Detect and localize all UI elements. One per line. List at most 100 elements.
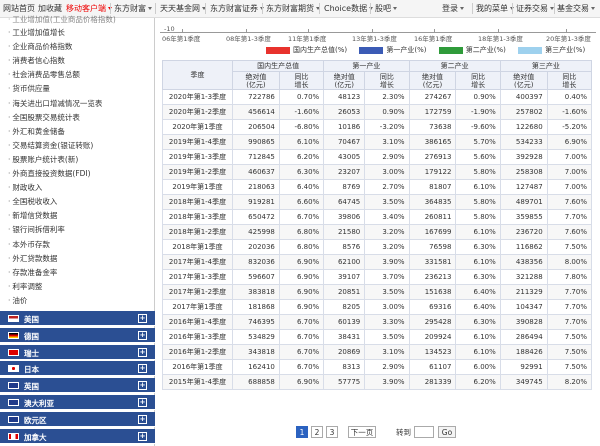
cell-yoy: 7.80%	[546, 269, 593, 285]
country-section-ca[interactable]: 加拿大 +	[0, 428, 155, 444]
cell-quarter: 2017年第1-4季度	[162, 254, 233, 270]
expand-plus-icon[interactable]: +	[138, 431, 147, 441]
cell-yoy: 6.90%	[278, 269, 325, 285]
sidebar-link[interactable]: · 货币供应量	[8, 83, 50, 94]
cell-yoy: 5.80%	[455, 194, 501, 210]
nav-fund[interactable]: 天天基金网	[160, 3, 206, 14]
page-1-button[interactable]: 1	[296, 426, 308, 438]
sidebar-link[interactable]: · 新增信贷数据	[8, 210, 57, 221]
sidebar-link[interactable]: · 本外币存款	[8, 239, 50, 250]
country-label: 澳大利亚	[24, 399, 54, 408]
cell-yoy: -1.60%	[278, 104, 325, 120]
cell-absolute: 400397	[499, 89, 548, 105]
sidebar-link[interactable]: · 交易结算资金(银证转账)	[8, 140, 93, 151]
cell-absolute: 650472	[232, 209, 280, 225]
chevron-down-icon	[148, 7, 152, 10]
sidebar-link[interactable]: · 利率调整	[8, 281, 42, 292]
cell-yoy: 3.50%	[364, 284, 410, 300]
sidebar-link[interactable]: · 海关进出口增减情况一览表	[8, 98, 102, 109]
sidebar-link[interactable]: · 银行间拆借利率	[8, 224, 65, 235]
cell-absolute: 127487	[499, 179, 548, 195]
sidebar-link[interactable]: · 外汇贷款数据	[8, 253, 57, 264]
cell-absolute: 489701	[499, 194, 548, 210]
goto-button[interactable]: Go	[438, 426, 456, 438]
next-page-button[interactable]: 下一页	[348, 426, 376, 438]
nav-my-menu[interactable]: 我的菜单	[476, 3, 514, 14]
sidebar-link[interactable]: · 社会消费品零售总额	[8, 69, 80, 80]
nav-choice[interactable]: Choice数据	[324, 3, 374, 14]
nav-futures[interactable]: 东方财富期货	[266, 3, 320, 14]
cell-yoy: 6.10%	[455, 344, 501, 360]
cell-yoy: -5.20%	[546, 119, 593, 135]
cell-yoy: 3.10%	[364, 134, 410, 150]
expand-plus-icon[interactable]: +	[138, 330, 147, 340]
cell-quarter: 2018年第1-3季度	[162, 209, 233, 225]
cell-yoy: 6.90%	[278, 374, 325, 390]
cell-absolute: 274267	[408, 89, 457, 105]
sidebar-link[interactable]: · 财政收入	[8, 182, 42, 193]
cell-absolute: 8313	[323, 359, 366, 375]
sidebar-link[interactable]: · 企业商品价格指数	[8, 41, 72, 52]
nav-favorite-link[interactable]: 加收藏	[38, 3, 62, 14]
cell-absolute: 236720	[499, 224, 548, 240]
country-section-eu[interactable]: 欧元区 +	[0, 411, 155, 427]
expand-plus-icon[interactable]: +	[138, 347, 147, 357]
nav-fund-trade[interactable]: 基金交易	[557, 3, 595, 14]
cell-quarter: 2016年第1季度	[162, 359, 233, 375]
page-2-button[interactable]: 2	[311, 426, 323, 438]
nav-stock-trade[interactable]: 证券交易	[516, 3, 554, 14]
table-row: 2017年第1季度 181868 6.90% 8205 3.00% 69316 6.40% 1…	[162, 299, 593, 315]
table-row: 2018年第1-2季度 425998 6.80% 21580 3.20% 167699 6.…	[162, 224, 593, 240]
country-section-au[interactable]: 澳大利亚 +	[0, 395, 155, 410]
country-section-uk[interactable]: 英国 +	[0, 378, 155, 394]
sidebar-link[interactable]: · 油价	[8, 295, 27, 306]
cell-yoy: 6.10%	[455, 254, 501, 270]
sidebar-link[interactable]: · 消费者信心指数	[8, 55, 65, 66]
nav-eastmoney[interactable]: 东方财富	[114, 3, 152, 14]
legend-item-gdp[interactable]: 国内生产总值(%)	[256, 46, 347, 54]
country-section-us[interactable]: 美国 +	[0, 311, 155, 326]
flag-icon	[8, 432, 19, 440]
page-3-button[interactable]: 3	[326, 426, 338, 438]
goto-page-input[interactable]	[414, 426, 434, 438]
expand-plus-icon[interactable]: +	[138, 381, 147, 391]
legend-item-secondary[interactable]: 第二产业(%)	[429, 46, 506, 54]
expand-plus-icon[interactable]: +	[138, 364, 147, 374]
chevron-down-icon	[460, 7, 464, 10]
legend-item-primary[interactable]: 第一产业(%)	[349, 46, 426, 54]
expand-plus-icon[interactable]: +	[138, 314, 147, 323]
sidebar-link[interactable]: · 工业增加值增长	[8, 27, 65, 38]
sidebar-link[interactable]: · 存款准备金率	[8, 267, 57, 278]
nav-login[interactable]: 登录	[442, 3, 464, 14]
sidebar-link[interactable]: · 全国股票交易统计表	[8, 112, 80, 123]
nav-mobile-client[interactable]: 移动客户端	[66, 3, 112, 14]
cell-yoy: 6.20%	[455, 374, 501, 390]
cell-yoy: 6.30%	[455, 269, 501, 285]
cell-quarter: 2017年第1季度	[162, 299, 233, 315]
sidebar-link[interactable]: · 外商直接投资数据(FDI)	[8, 168, 91, 179]
nav-securities[interactable]: 东方财富证券	[210, 3, 264, 14]
country-section-jp[interactable]: 日本 +	[0, 361, 155, 377]
cell-quarter: 2019年第1-3季度	[162, 149, 233, 165]
sidebar-link-cut[interactable]: · 工业增加值(工业商品价格指数)	[8, 14, 116, 25]
cell-yoy: 3.30%	[364, 314, 410, 330]
x-tick-label: 16年第1季度	[414, 35, 453, 43]
country-section-de[interactable]: 德国 +	[0, 327, 155, 343]
cell-yoy: 2.70%	[364, 179, 410, 195]
sidebar-link[interactable]: · 外汇和黄金储备	[8, 126, 65, 137]
legend-item-tertiary[interactable]: 第三产业(%)	[508, 46, 585, 54]
nav-home-link[interactable]: 网站首页	[3, 3, 35, 14]
legend-swatch	[518, 46, 543, 54]
cell-quarter: 2019年第1-4季度	[162, 134, 233, 150]
flag-icon	[8, 399, 19, 406]
expand-plus-icon[interactable]: +	[138, 414, 147, 424]
table-row: 2016年第1-2季度 343818 6.70% 20869 3.10% 134523 6.…	[162, 344, 593, 360]
cell-yoy: 6.70%	[278, 314, 325, 330]
sidebar-link[interactable]: · 股票账户统计表(新)	[8, 154, 78, 165]
nav-guba[interactable]: 股吧	[375, 3, 397, 14]
cell-absolute: 10186	[323, 119, 366, 135]
expand-plus-icon[interactable]: +	[138, 398, 147, 407]
sidebar-link[interactable]: · 全国税收收入	[8, 196, 57, 207]
cell-yoy: 5.80%	[455, 164, 501, 180]
country-section-ch[interactable]: 瑞士 +	[0, 344, 155, 360]
